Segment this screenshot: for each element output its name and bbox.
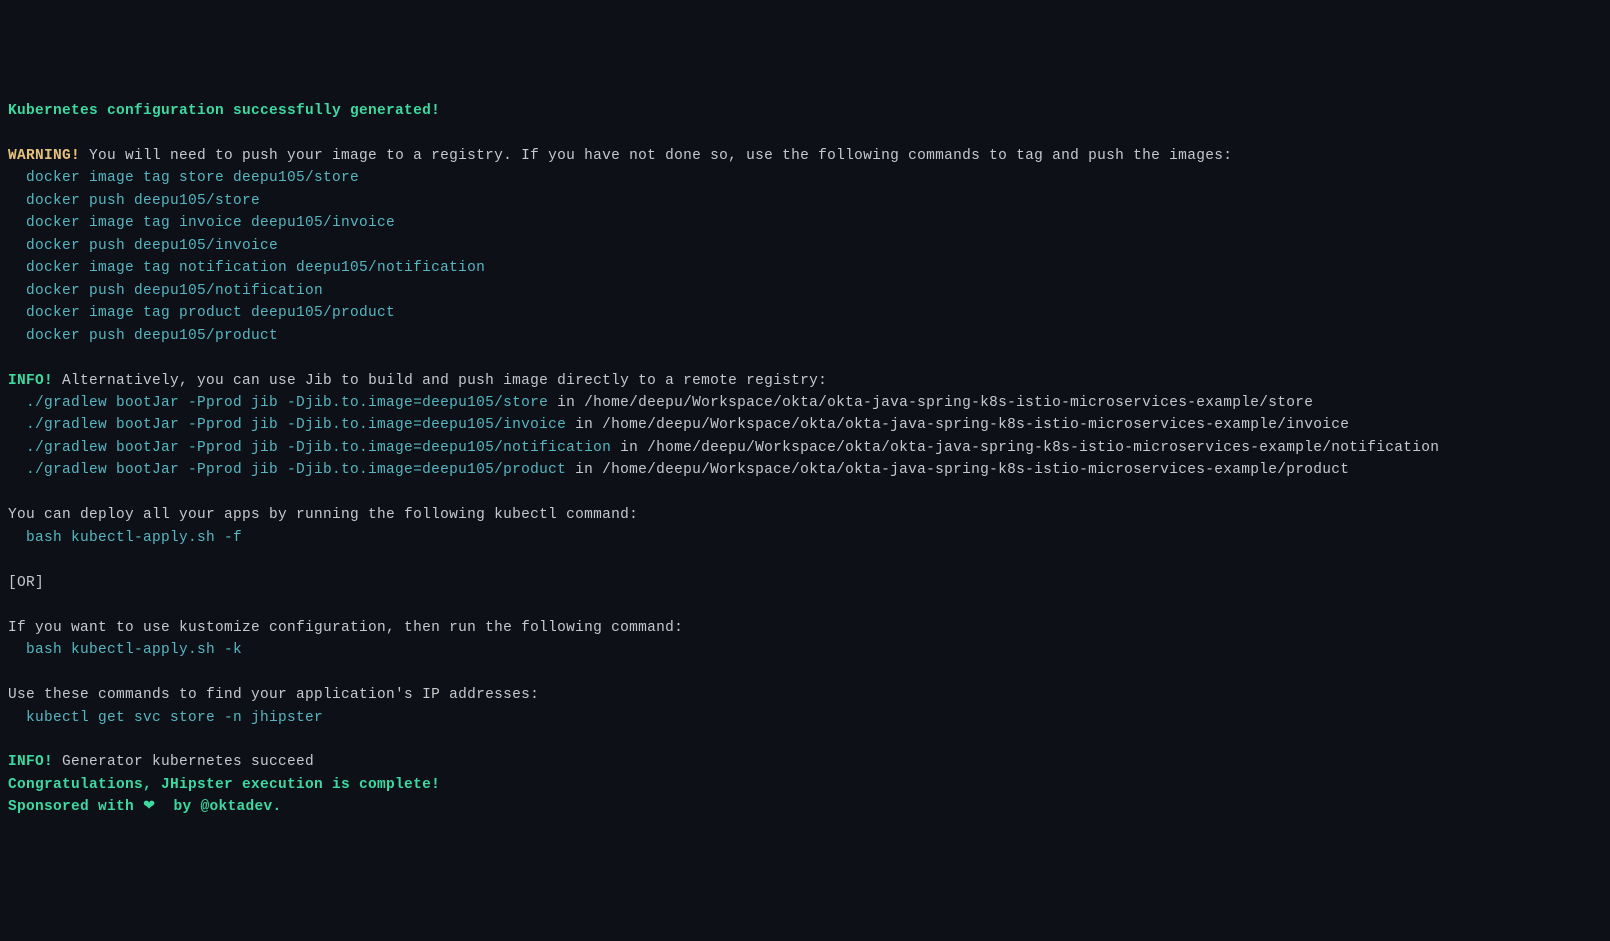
docker-cmd: docker image tag store deepu105/store: [8, 170, 359, 186]
deploy-text: You can deploy all your apps by running …: [8, 507, 638, 523]
docker-cmd: docker push deepu105/invoice: [8, 238, 278, 254]
docker-cmd: docker image tag product deepu105/produc…: [8, 305, 395, 321]
terminal-output: Kubernetes configuration successfully ge…: [8, 100, 1602, 819]
heart-icon: ❤: [143, 799, 155, 815]
info-succeed-text: Generator kubernetes succeed: [53, 754, 314, 770]
gradle-cmd: ./gradlew bootJar -Pprod jib -Djib.to.im…: [8, 395, 548, 411]
info-text: Alternatively, you can use Jib to build …: [53, 373, 827, 389]
docker-cmd: docker push deepu105/store: [8, 193, 260, 209]
congrats-text: Congratulations, JHipster execution is c…: [8, 777, 440, 793]
warning-label: WARNING!: [8, 148, 80, 164]
gradle-cmd: ./gradlew bootJar -Pprod jib -Djib.to.im…: [8, 462, 566, 478]
or-separator: [OR]: [8, 575, 44, 591]
gradle-path: in /home/deepu/Workspace/okta/okta-java-…: [611, 440, 1439, 456]
info-label: INFO!: [8, 373, 53, 389]
ip-text: Use these commands to find your applicat…: [8, 687, 539, 703]
gradle-cmd: ./gradlew bootJar -Pprod jib -Djib.to.im…: [8, 417, 566, 433]
sponsor-prefix: Sponsored with: [8, 799, 143, 815]
info-label: INFO!: [8, 754, 53, 770]
gradle-path: in /home/deepu/Workspace/okta/okta-java-…: [548, 395, 1313, 411]
gradle-path: in /home/deepu/Workspace/okta/okta-java-…: [566, 462, 1349, 478]
docker-cmd: docker push deepu105/notification: [8, 283, 323, 299]
gradle-cmd: ./gradlew bootJar -Pprod jib -Djib.to.im…: [8, 440, 611, 456]
ip-cmd: kubectl get svc store -n jhipster: [8, 710, 323, 726]
kustomize-cmd: bash kubectl-apply.sh -k: [8, 642, 242, 658]
gradle-path: in /home/deepu/Workspace/okta/okta-java-…: [566, 417, 1349, 433]
deploy-cmd: bash kubectl-apply.sh -f: [8, 530, 242, 546]
docker-cmd: docker push deepu105/product: [8, 328, 278, 344]
sponsor-suffix: by @oktadev.: [155, 799, 281, 815]
warning-text: You will need to push your image to a re…: [80, 148, 1232, 164]
docker-cmd: docker image tag notification deepu105/n…: [8, 260, 485, 276]
success-header: Kubernetes configuration successfully ge…: [8, 103, 440, 119]
docker-cmd: docker image tag invoice deepu105/invoic…: [8, 215, 395, 231]
kustomize-text: If you want to use kustomize configurati…: [8, 620, 683, 636]
